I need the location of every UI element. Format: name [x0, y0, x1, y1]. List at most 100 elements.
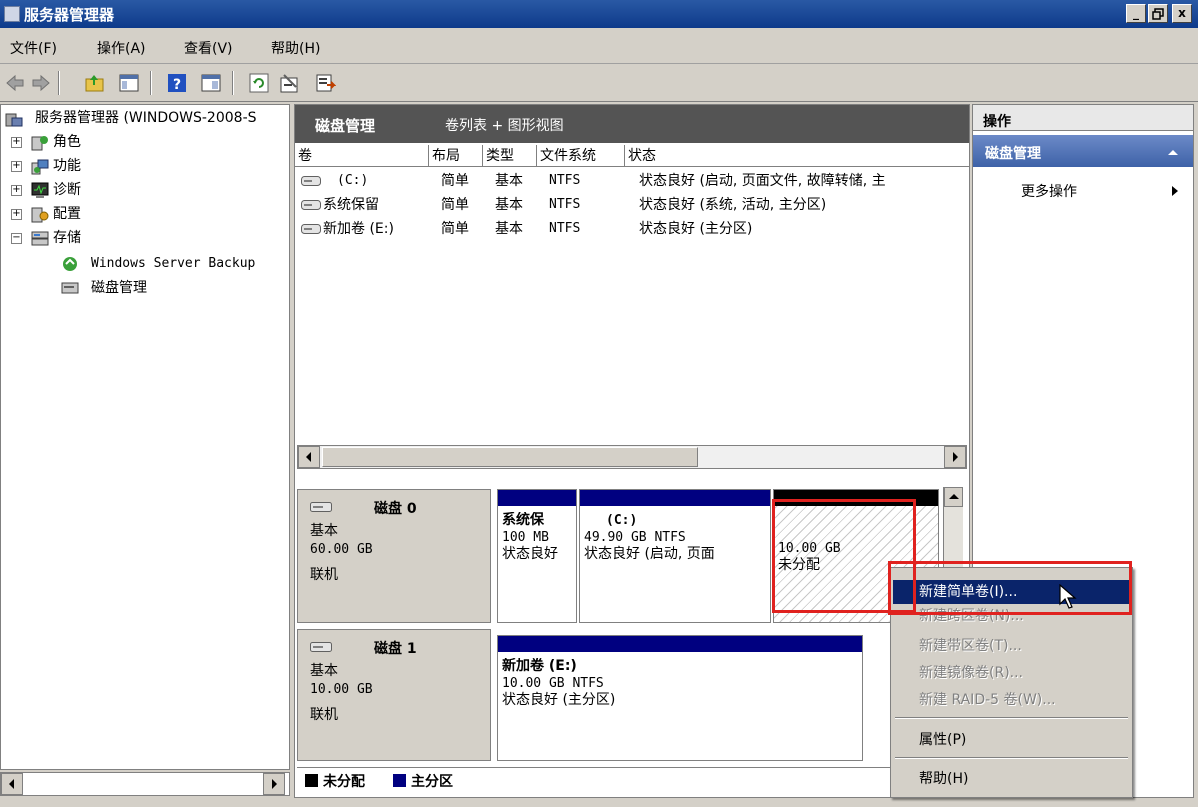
expand-icon[interactable]: +: [11, 137, 22, 148]
server-icon: [5, 113, 23, 127]
menu-action[interactable]: 操作(A): [97, 38, 146, 58]
legend-swatch-primary: [393, 774, 406, 787]
actions-header: 操作: [973, 105, 1193, 131]
menu-separator: [895, 757, 1128, 759]
section-title: 磁盘管理: [985, 146, 1041, 162]
action-label: 更多操作: [1021, 184, 1077, 200]
column-status[interactable]: 状态: [625, 145, 969, 167]
maximize-button[interactable]: [1148, 4, 1168, 23]
pane-title: 磁盘管理: [315, 117, 376, 135]
volume-icon: [301, 176, 321, 186]
disk-icon: [310, 642, 332, 652]
action-more-actions[interactable]: 更多操作: [973, 177, 1193, 203]
refresh-icon[interactable]: [248, 72, 270, 94]
menu-bar: 文件(F) 操作(A) 查看(V) 帮助(H): [0, 28, 1198, 64]
menu-item-new-mirrored-volume[interactable]: 新建镜像卷(R)...: [893, 661, 1130, 685]
column-volume[interactable]: 卷: [295, 145, 429, 167]
show-hide-tree-icon[interactable]: [118, 72, 140, 94]
partition-label: (C:) 49.90 GB NTFS 状态良好 (启动, 页面: [584, 512, 768, 563]
help-icon[interactable]: ?: [166, 72, 188, 94]
tree-item-roles[interactable]: + 角色: [11, 131, 281, 153]
collapse-icon[interactable]: −: [11, 233, 22, 244]
disk-size: 10.00 GB: [310, 682, 373, 697]
tree-item-storage[interactable]: − 存储: [11, 227, 281, 249]
submenu-arrow-icon: [1172, 186, 1178, 196]
menu-file[interactable]: 文件(F): [10, 38, 57, 58]
configuration-icon: [31, 207, 49, 223]
export-icon[interactable]: [314, 72, 336, 94]
tree-item-diagnostics[interactable]: + 诊断: [11, 179, 281, 201]
disk-kind: 基本: [310, 523, 338, 539]
disk-0-info[interactable]: 磁盘 0 基本 60.00 GB 联机: [297, 489, 491, 623]
menu-view[interactable]: 查看(V): [184, 38, 233, 58]
volume-list-horizontal-scrollbar[interactable]: [297, 445, 967, 469]
partition-title: 新加卷 (E:): [502, 658, 577, 674]
minimize-button[interactable]: _: [1126, 4, 1146, 23]
volume-status: 状态良好 (主分区): [639, 221, 753, 237]
partition-c[interactable]: (C:) 49.90 GB NTFS 状态良好 (启动, 页面: [579, 489, 771, 623]
scroll-right-icon[interactable]: [944, 446, 966, 468]
window-title: 服务器管理器: [24, 6, 115, 24]
menu-help[interactable]: 帮助(H): [271, 38, 320, 58]
scroll-right-icon[interactable]: [263, 773, 285, 795]
scroll-left-icon[interactable]: [1, 773, 23, 795]
disk-size: 60.00 GB: [310, 542, 373, 557]
forward-icon[interactable]: [30, 72, 52, 94]
scroll-left-icon[interactable]: [298, 446, 320, 468]
partition-label: 系统保 100 MB 状态良好: [502, 512, 574, 563]
partition-title: (C:): [606, 513, 638, 528]
volume-layout: 简单: [441, 197, 469, 213]
legend-unallocated: 未分配: [323, 774, 365, 790]
properties-icon[interactable]: [278, 72, 300, 94]
tree-item-features[interactable]: + 功能: [11, 155, 281, 177]
back-icon[interactable]: [4, 72, 26, 94]
volume-fs: NTFS: [549, 197, 581, 212]
volume-type: 基本: [495, 173, 523, 189]
partition-status: 状态良好 (主分区): [502, 692, 616, 708]
volume-row[interactable]: 系统保留 简单 基本 NTFS 状态良好 (系统, 活动, 主分区): [295, 193, 969, 217]
collapse-icon[interactable]: [1167, 148, 1179, 156]
menu-item-new-raid5-volume[interactable]: 新建 RAID-5 卷(W)...: [893, 688, 1130, 712]
volume-row[interactable]: (C:) 简单 基本 NTFS 状态良好 (启动, 页面文件, 故障转储, 主: [295, 169, 969, 193]
panel-icon[interactable]: [200, 72, 222, 94]
menu-item-properties[interactable]: 属性(P): [893, 728, 1130, 752]
expand-icon[interactable]: +: [11, 185, 22, 196]
app-icon: [4, 6, 20, 22]
tree-item-label: 配置: [53, 206, 81, 222]
disk-name: 磁盘 0: [374, 501, 417, 517]
partition-size: 49.90 GB NTFS: [584, 530, 686, 545]
partition-e[interactable]: 新加卷 (E:) 10.00 GB NTFS 状态良好 (主分区): [497, 635, 863, 761]
column-filesystem[interactable]: 文件系统: [537, 145, 625, 167]
actions-section-disk-management[interactable]: 磁盘管理: [973, 135, 1193, 167]
expand-icon[interactable]: +: [11, 209, 22, 220]
column-layout[interactable]: 布局: [429, 145, 483, 167]
close-button[interactable]: x: [1172, 4, 1192, 23]
menu-item-help[interactable]: 帮助(H): [893, 767, 1130, 791]
console-tree: 服务器管理器 (WINDOWS-2008-S + 角色 + 功能 + 诊断 + …: [0, 104, 290, 770]
scroll-thumb[interactable]: [322, 447, 698, 467]
tree-horizontal-scrollbar[interactable]: [0, 772, 290, 796]
volume-name: 系统保留: [323, 197, 379, 213]
features-icon: [31, 159, 49, 175]
partition-system-reserved[interactable]: 系统保 100 MB 状态良好: [497, 489, 577, 623]
partition-size: 10.00 GB NTFS: [502, 676, 604, 691]
disk-1-info[interactable]: 磁盘 1 基本 10.00 GB 联机: [297, 629, 491, 761]
partition-status: 状态良好: [502, 546, 558, 562]
volume-layout: 简单: [441, 173, 469, 189]
partition-bar: [498, 636, 862, 652]
tree-item-configuration[interactable]: + 配置: [11, 203, 281, 225]
scroll-up-icon[interactable]: [944, 487, 963, 507]
column-type[interactable]: 类型: [483, 145, 537, 167]
legend-swatch-unallocated: [305, 774, 318, 787]
title-bar: 服务器管理器 _ x: [0, 0, 1198, 28]
tree-item-label: 诊断: [53, 182, 81, 198]
expand-icon[interactable]: +: [11, 161, 22, 172]
up-folder-icon[interactable]: [84, 72, 106, 94]
volume-fs: NTFS: [549, 221, 581, 236]
roles-icon: [31, 136, 48, 151]
volume-row[interactable]: 新加卷 (E:) 简单 基本 NTFS 状态良好 (主分区): [295, 217, 969, 241]
legend-primary: 主分区: [411, 774, 453, 790]
backup-icon: [63, 257, 77, 271]
volume-layout: 简单: [441, 221, 469, 237]
menu-item-new-striped-volume[interactable]: 新建带区卷(T)...: [893, 634, 1130, 658]
